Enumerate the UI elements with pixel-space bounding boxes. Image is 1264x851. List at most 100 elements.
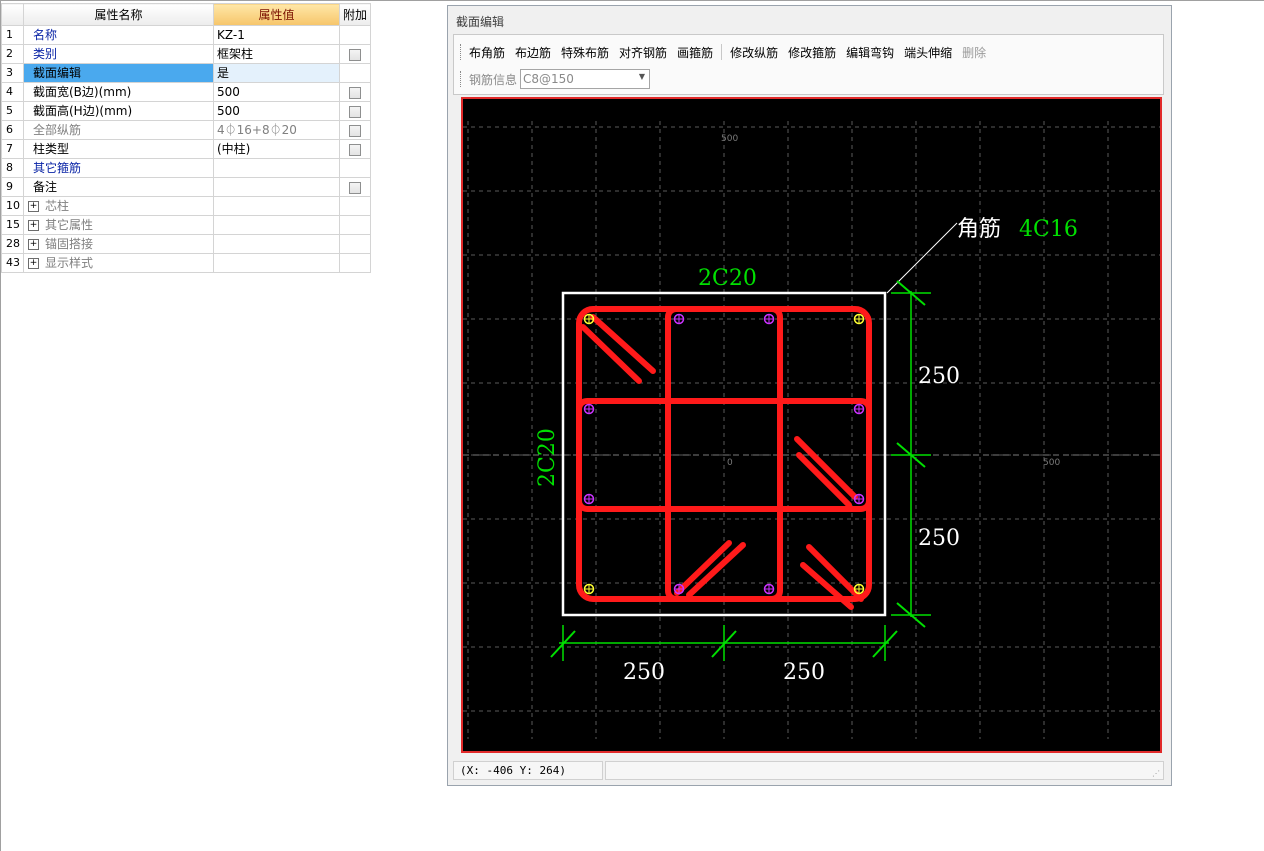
toolbar-grip[interactable] <box>460 44 463 60</box>
extra-checkbox[interactable] <box>349 143 361 156</box>
extra-checkbox[interactable] <box>349 124 361 137</box>
property-name-text: 其它属性 <box>45 218 94 232</box>
corner-bar-label: 角筋 <box>957 217 1001 242</box>
property-name-text: 其它箍筋 <box>33 161 82 175</box>
property-value[interactable]: (中柱) <box>213 139 340 159</box>
property-name[interactable]: 其它箍筋 <box>23 158 214 178</box>
rebar-info-value: C8@150 <box>523 72 574 86</box>
property-row[interactable]: 9 备注 <box>1 177 371 197</box>
row-number: 2 <box>1 44 24 64</box>
property-name-text: 截面编辑 <box>33 66 82 80</box>
property-name-text: 芯柱 <box>45 199 70 213</box>
extra-checkbox[interactable] <box>349 48 361 61</box>
row-number: 28 <box>1 234 24 254</box>
row-number: 8 <box>1 158 24 178</box>
special-bar-button[interactable]: 特殊布筋 <box>561 44 609 61</box>
extra-cell <box>339 234 371 254</box>
extra-checkbox[interactable] <box>349 181 361 194</box>
header-corner <box>1 3 24 26</box>
property-name[interactable]: 截面高(H边)(mm) <box>23 101 214 121</box>
edit-hook-button[interactable]: 编辑弯钩 <box>846 44 894 61</box>
property-row[interactable]: 2 类别 框架柱 <box>1 44 371 64</box>
status-bar: (X: -406 Y: 264) ⋰ <box>453 761 1164 781</box>
property-name[interactable]: 柱类型 <box>23 139 214 159</box>
property-value[interactable] <box>213 177 340 197</box>
property-name[interactable]: + 芯柱 <box>23 196 214 216</box>
property-name[interactable]: 截面宽(B边)(mm) <box>23 82 214 102</box>
property-value[interactable] <box>213 215 340 235</box>
extra-cell <box>339 101 371 121</box>
axis-label-top: 500 <box>721 134 738 144</box>
extra-cell <box>339 196 371 216</box>
row-number: 1 <box>1 25 24 45</box>
property-row[interactable]: 4 截面宽(B边)(mm) 500 <box>1 82 371 102</box>
dim-text-right-bottom: 250 <box>918 526 960 551</box>
property-name-text: 锚固搭接 <box>45 237 94 251</box>
rebar-info-select[interactable]: C8@150 ▼ <box>520 69 651 89</box>
property-name[interactable]: + 显示样式 <box>23 253 214 273</box>
section-outline <box>561 291 887 617</box>
property-value[interactable] <box>213 234 340 254</box>
property-row[interactable]: 3 截面编辑 是 <box>1 63 371 83</box>
edit-long-bar-button[interactable]: 修改纵筋 <box>730 44 778 61</box>
property-name[interactable]: 类别 <box>23 44 214 64</box>
drawing-canvas[interactable]: 500 0 500 角筋 4C16 2C20 2C20 250 250 250 250 <box>461 97 1162 753</box>
status-coordinates: (X: -406 Y: 264) <box>453 761 603 780</box>
section-drawing[interactable]: 500 0 500 角筋 4C16 2C20 2C20 250 250 250 250 <box>463 99 1160 751</box>
dropdown-arrow-icon[interactable]: ▼ <box>639 72 645 81</box>
extra-checkbox[interactable] <box>349 105 361 118</box>
property-value[interactable]: 4⏀16+8⏀20 <box>213 120 340 140</box>
extra-checkbox[interactable] <box>349 86 361 99</box>
corner-bar-spec: 4C16 <box>1019 217 1078 242</box>
end-extend-button[interactable]: 端头伸缩 <box>904 44 952 61</box>
delete-button[interactable]: 删除 <box>962 44 986 61</box>
side-bar-button[interactable]: 布边筋 <box>515 44 551 61</box>
property-row[interactable]: 6 全部纵筋 4⏀16+8⏀20 <box>1 120 371 140</box>
expand-plus-icon[interactable]: + <box>28 239 39 250</box>
toolbar-grip-2[interactable] <box>460 71 463 87</box>
property-row[interactable]: 5 截面高(H边)(mm) 500 <box>1 101 371 121</box>
dim-text-bottom-right: 250 <box>783 660 825 685</box>
expand-plus-icon[interactable]: + <box>28 220 39 231</box>
edit-stirrup-button[interactable]: 修改箍筋 <box>788 44 836 61</box>
property-value[interactable]: KZ-1 <box>213 25 340 45</box>
header-extra[interactable]: 附加 <box>339 3 371 26</box>
corner-bar-button[interactable]: 布角筋 <box>469 44 505 61</box>
property-value[interactable]: 是 <box>213 63 340 83</box>
property-name[interactable]: + 其它属性 <box>23 215 214 235</box>
property-value[interactable]: 500 <box>213 82 340 102</box>
property-name-text: 截面高(H边)(mm) <box>33 104 133 118</box>
property-name[interactable]: 全部纵筋 <box>23 120 214 140</box>
property-row[interactable]: 10 + 芯柱 <box>1 196 371 216</box>
extra-cell <box>339 63 371 83</box>
draw-stirrup-button[interactable]: 画箍筋 <box>677 44 713 61</box>
property-name[interactable]: 截面编辑 <box>23 63 214 83</box>
property-row[interactable]: 28 + 锚固搭接 <box>1 234 371 254</box>
expand-plus-icon[interactable]: + <box>28 258 39 269</box>
property-name[interactable]: 名称 <box>23 25 214 45</box>
property-value[interactable] <box>213 196 340 216</box>
header-property-name[interactable]: 属性名称 <box>23 3 214 26</box>
property-name-text: 全部纵筋 <box>33 123 82 137</box>
window-title: 截面编辑 <box>456 15 505 29</box>
property-value[interactable] <box>213 253 340 273</box>
property-name-text: 备注 <box>33 180 58 194</box>
property-value[interactable] <box>213 158 340 178</box>
property-row[interactable]: 43 + 显示样式 <box>1 253 371 273</box>
property-row[interactable]: 8 其它箍筋 <box>1 158 371 178</box>
property-row[interactable]: 7 柱类型 (中柱) <box>1 139 371 159</box>
resize-grip-icon[interactable]: ⋰ <box>1152 769 1160 778</box>
expand-plus-icon[interactable]: + <box>28 201 39 212</box>
property-row[interactable]: 1 名称 KZ-1 <box>1 25 371 45</box>
align-bar-button[interactable]: 对齐钢筋 <box>619 44 667 61</box>
property-name-text: 截面宽(B边)(mm) <box>33 85 132 99</box>
property-value[interactable]: 500 <box>213 101 340 121</box>
property-value[interactable]: 框架柱 <box>213 44 340 64</box>
property-row[interactable]: 15 + 其它属性 <box>1 215 371 235</box>
property-name[interactable]: + 锚固搭接 <box>23 234 214 254</box>
extra-cell <box>339 25 371 45</box>
header-property-value[interactable]: 属性值 <box>213 3 340 26</box>
row-number: 4 <box>1 82 24 102</box>
property-name[interactable]: 备注 <box>23 177 214 197</box>
row-number: 15 <box>1 215 24 235</box>
